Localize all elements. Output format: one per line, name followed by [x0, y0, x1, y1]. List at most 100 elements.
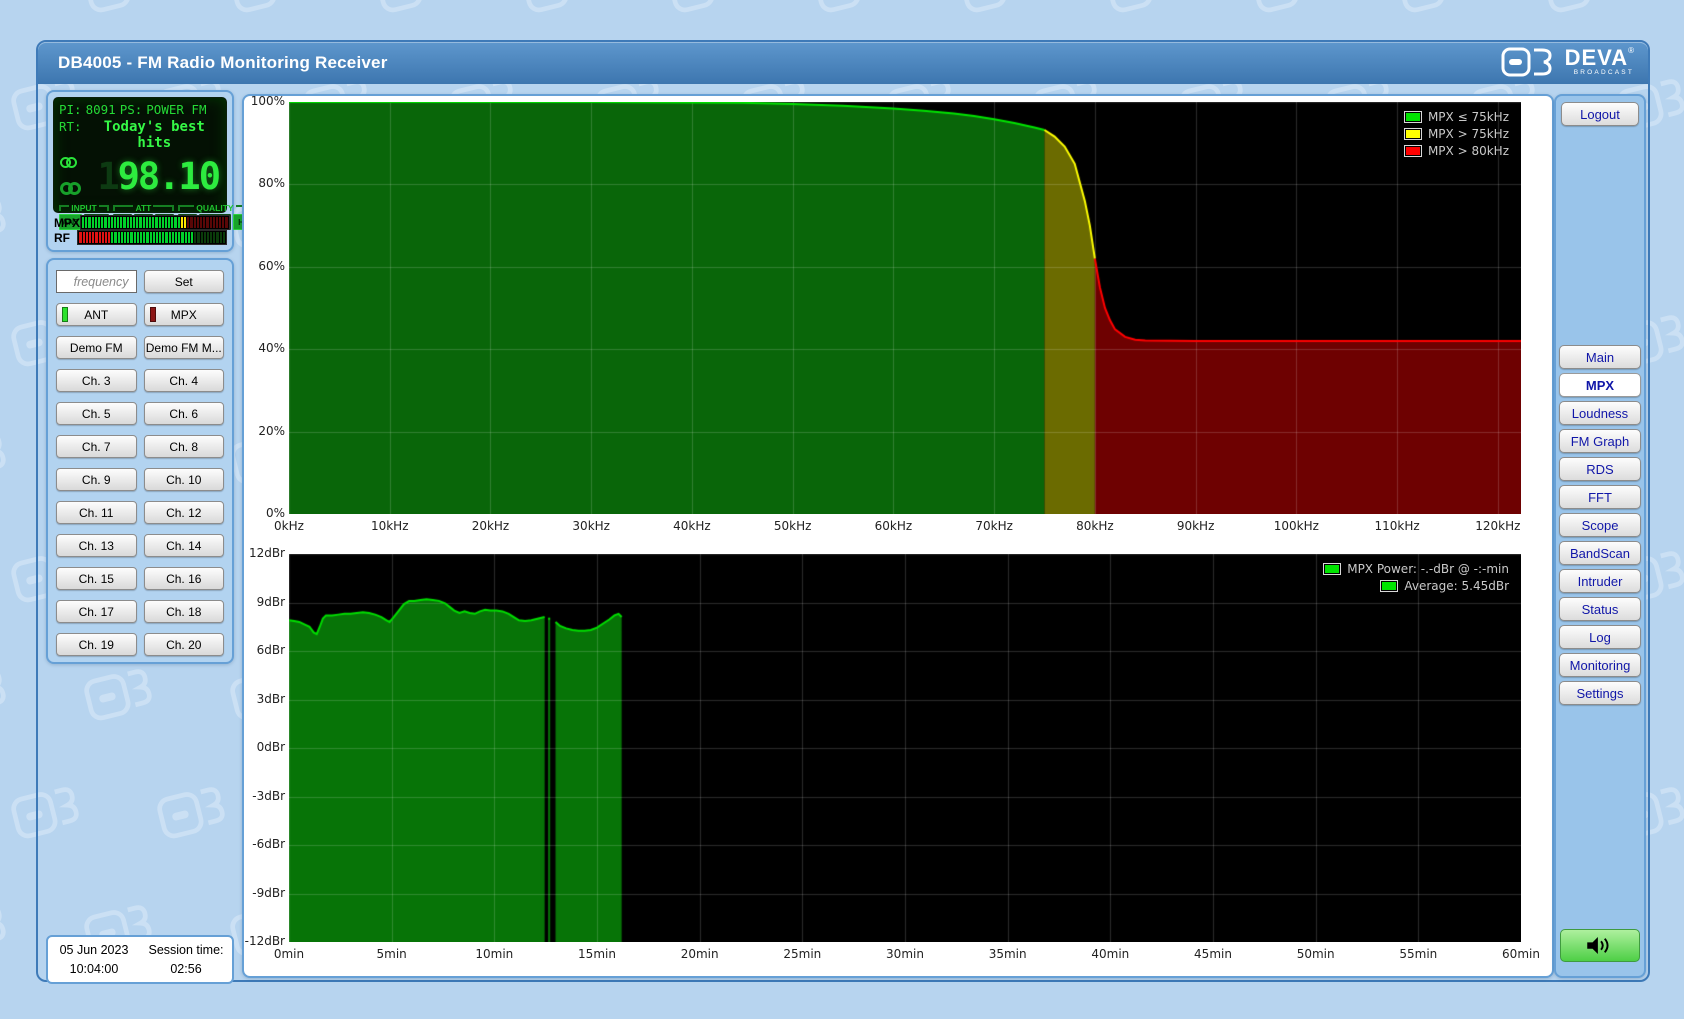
preset-button-ch-5[interactable]: Ch. 5 — [56, 402, 137, 425]
frequency-dim-digit: 1 — [97, 158, 117, 195]
preset-button-ch-19[interactable]: Ch. 19 — [56, 633, 137, 656]
tuner-panel: Set ANT MPX Demo FM Demo FM M... Ch. 3 Ch. 4 C… — [46, 258, 234, 664]
preset-button-ch-16[interactable]: Ch. 16 — [144, 567, 225, 590]
preset-button-demo-fm[interactable]: Demo FM — [56, 336, 137, 359]
rf-meter: RF — [54, 230, 227, 245]
x-axis-tick-label: 110kHz — [1365, 519, 1429, 533]
x-axis-tick-label: 15min — [565, 947, 629, 961]
receiver-status-panel: PI: 8091 PS: POWER FM RT: Today's best h… — [46, 90, 234, 252]
preset-button-ch-11[interactable]: Ch. 11 — [56, 501, 137, 524]
x-axis-tick-label: 100kHz — [1264, 519, 1328, 533]
x-axis-tick-label: 20min — [668, 947, 732, 961]
x-axis-tick-label: 60min — [1489, 947, 1553, 961]
app-window: DB4005 - FM Radio Monitoring Receiver DE… — [36, 40, 1650, 982]
deva-watermark-icon — [227, 0, 303, 22]
preset-button-ch-4[interactable]: Ch. 4 — [144, 369, 225, 392]
preset-button-ch-15[interactable]: Ch. 15 — [56, 567, 137, 590]
preset-button-ant[interactable]: ANT — [56, 303, 137, 326]
preset-button-ch-10[interactable]: Ch. 10 — [144, 468, 225, 491]
nav-main[interactable]: Main — [1559, 345, 1641, 369]
preset-button-ch-14[interactable]: Ch. 14 — [144, 534, 225, 557]
preset-button-ch-18[interactable]: Ch. 18 — [144, 600, 225, 623]
nav-intruder[interactable]: Intruder — [1559, 569, 1641, 593]
rf-meter-label: RF — [54, 231, 77, 245]
nav-monitoring[interactable]: Monitoring — [1559, 653, 1641, 677]
legend-swatch — [1404, 145, 1422, 157]
y-axis-tick-label: 60% — [244, 259, 285, 273]
y-axis-tick-label: 9dBr — [244, 595, 285, 609]
mpx-spectrum-chart — [289, 102, 1521, 514]
legend-label: MPX Power: -.-dBr @ -:-min — [1347, 562, 1509, 576]
preset-button-ch-8[interactable]: Ch. 8 — [144, 435, 225, 458]
y-axis-tick-label: 100% — [244, 94, 285, 108]
stereo-indicator-icon — [60, 153, 90, 172]
ps-label: PS: — [120, 102, 143, 117]
frequency-input[interactable] — [56, 270, 137, 293]
nav-menu: Main MPX Loudness FM Graph RDS FFT Scope BandSc… — [1556, 345, 1644, 709]
legend-swatch — [1404, 111, 1422, 123]
preset-button-mpx[interactable]: MPX — [144, 303, 225, 326]
logo-subtext: BROADCAST — [1574, 70, 1634, 77]
preset-button-ch-17[interactable]: Ch. 17 — [56, 600, 137, 623]
x-axis-tick-label: 25min — [770, 947, 834, 961]
preset-button-ch-3[interactable]: Ch. 3 — [56, 369, 137, 392]
pi-label: PI: — [59, 102, 82, 117]
nav-mpx[interactable]: MPX — [1559, 373, 1641, 397]
x-axis-tick-label: 40min — [1078, 947, 1142, 961]
y-axis-tick-label: 40% — [244, 341, 285, 355]
preset-button-ch-7[interactable]: Ch. 7 — [56, 435, 137, 458]
y-axis-tick-label: -12dBr — [244, 934, 285, 948]
y-axis-tick-label: 20% — [244, 424, 285, 438]
frequency-value: 98.10 — [118, 158, 219, 195]
x-axis-tick-label: 70kHz — [962, 519, 1026, 533]
lcd-display: PI: 8091 PS: POWER FM RT: Today's best h… — [53, 97, 227, 213]
deva-watermark-icon — [665, 0, 741, 22]
y-axis-tick-label: 0dBr — [244, 740, 285, 754]
titlebar: DB4005 - FM Radio Monitoring Receiver DE… — [38, 42, 1648, 84]
nav-log[interactable]: Log — [1559, 625, 1641, 649]
preset-button-ch-12[interactable]: Ch. 12 — [144, 501, 225, 524]
legend-label: MPX > 80kHz — [1428, 144, 1509, 158]
legend-swatch — [1323, 563, 1341, 575]
nav-bandscan[interactable]: BandScan — [1559, 541, 1641, 565]
preset-button-ch-6[interactable]: Ch. 6 — [144, 402, 225, 425]
preset-button-ch-9[interactable]: Ch. 9 — [56, 468, 137, 491]
preset-button-ch-20[interactable]: Ch. 20 — [144, 633, 225, 656]
logout-button[interactable]: Logout — [1561, 102, 1639, 126]
deva-watermark-icon — [0, 665, 11, 730]
date-value: 05 Jun 2023 — [48, 941, 140, 959]
listen-button[interactable] — [1560, 929, 1640, 962]
preset-button-demo-fm-m[interactable]: Demo FM M... — [144, 336, 225, 359]
y-axis-tick-label: 3dBr — [244, 692, 285, 706]
deva-watermark-icon — [1103, 0, 1179, 22]
nav-settings[interactable]: Settings — [1559, 681, 1641, 705]
radiotext-value: Today's best hits — [88, 119, 221, 151]
nav-fm-graph[interactable]: FM Graph — [1559, 429, 1641, 453]
deva-watermark-icon — [1541, 0, 1617, 22]
preset-led-indicator — [150, 307, 156, 322]
nav-scope[interactable]: Scope — [1559, 513, 1641, 537]
mpx-meter-bar — [80, 215, 230, 230]
deva-watermark-icon — [0, 193, 11, 258]
mpx-meter-label: MPX — [54, 216, 80, 230]
nav-fft[interactable]: FFT — [1559, 485, 1641, 509]
deva-watermark-icon — [373, 0, 449, 22]
x-axis-tick-label: 50min — [1284, 947, 1348, 961]
mpx-meter: MPX — [54, 215, 227, 230]
legend-label: MPX ≤ 75kHz — [1428, 110, 1509, 124]
mpx-power-chart — [289, 554, 1521, 942]
page-title: DB4005 - FM Radio Monitoring Receiver — [38, 53, 388, 73]
nav-loudness[interactable]: Loudness — [1559, 401, 1641, 425]
deva-watermark-icon — [1395, 0, 1471, 22]
x-axis-tick-label: 55min — [1386, 947, 1450, 961]
set-frequency-button[interactable]: Set — [144, 270, 225, 293]
logo-registered-mark: ® — [1628, 46, 1634, 55]
x-axis-tick-label: 0kHz — [257, 519, 321, 533]
nav-status[interactable]: Status — [1559, 597, 1641, 621]
pi-value: 8091 — [86, 102, 116, 117]
nav-rds[interactable]: RDS — [1559, 457, 1641, 481]
preset-button-ch-13[interactable]: Ch. 13 — [56, 534, 137, 557]
x-axis-tick-label: 90kHz — [1164, 519, 1228, 533]
deva-watermark-icon — [0, 0, 11, 22]
x-axis-tick-label: 10min — [462, 947, 526, 961]
